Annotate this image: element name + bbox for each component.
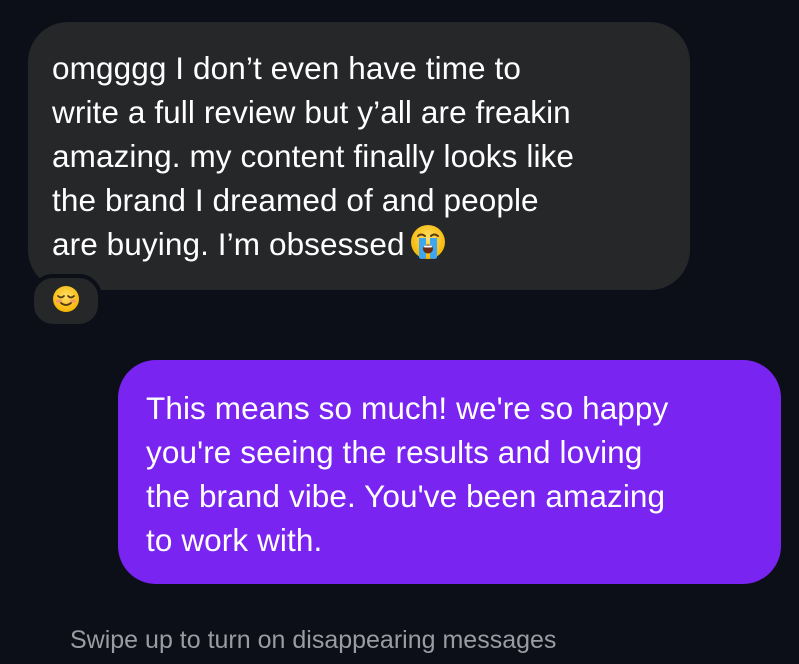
incoming-message-line: write a full review but y’all are freaki… [52,94,571,130]
dm-thread: omgggg I don’t even have time to write a… [0,0,799,664]
smiling-face-icon [51,284,81,319]
outgoing-message-line: to work with. [146,522,323,558]
incoming-message-line: the brand I dreamed of and people [52,182,539,218]
incoming-message-line: omgggg I don’t even have time to [52,50,521,86]
disappearing-messages-hint[interactable]: Swipe up to turn on disappearing message… [70,622,556,658]
incoming-message-line: amazing. my content finally looks like [52,138,575,174]
incoming-message-line-text: are buying. I’m obsessed [52,226,405,262]
loudly-crying-face-icon [409,223,447,272]
outgoing-message-line: you're seeing the results and loving [146,434,643,470]
outgoing-message-line: This means so much! we're so happy [146,390,669,426]
message-reaction[interactable] [30,274,102,328]
outgoing-message-line: the brand vibe. You've been amazing [146,478,666,514]
incoming-message-line-last: are buying. I’m obsessed [52,222,670,272]
incoming-message-bubble[interactable]: omgggg I don’t even have time to write a… [28,22,690,290]
outgoing-message-bubble[interactable]: This means so much! we're so happy you'r… [118,360,781,584]
